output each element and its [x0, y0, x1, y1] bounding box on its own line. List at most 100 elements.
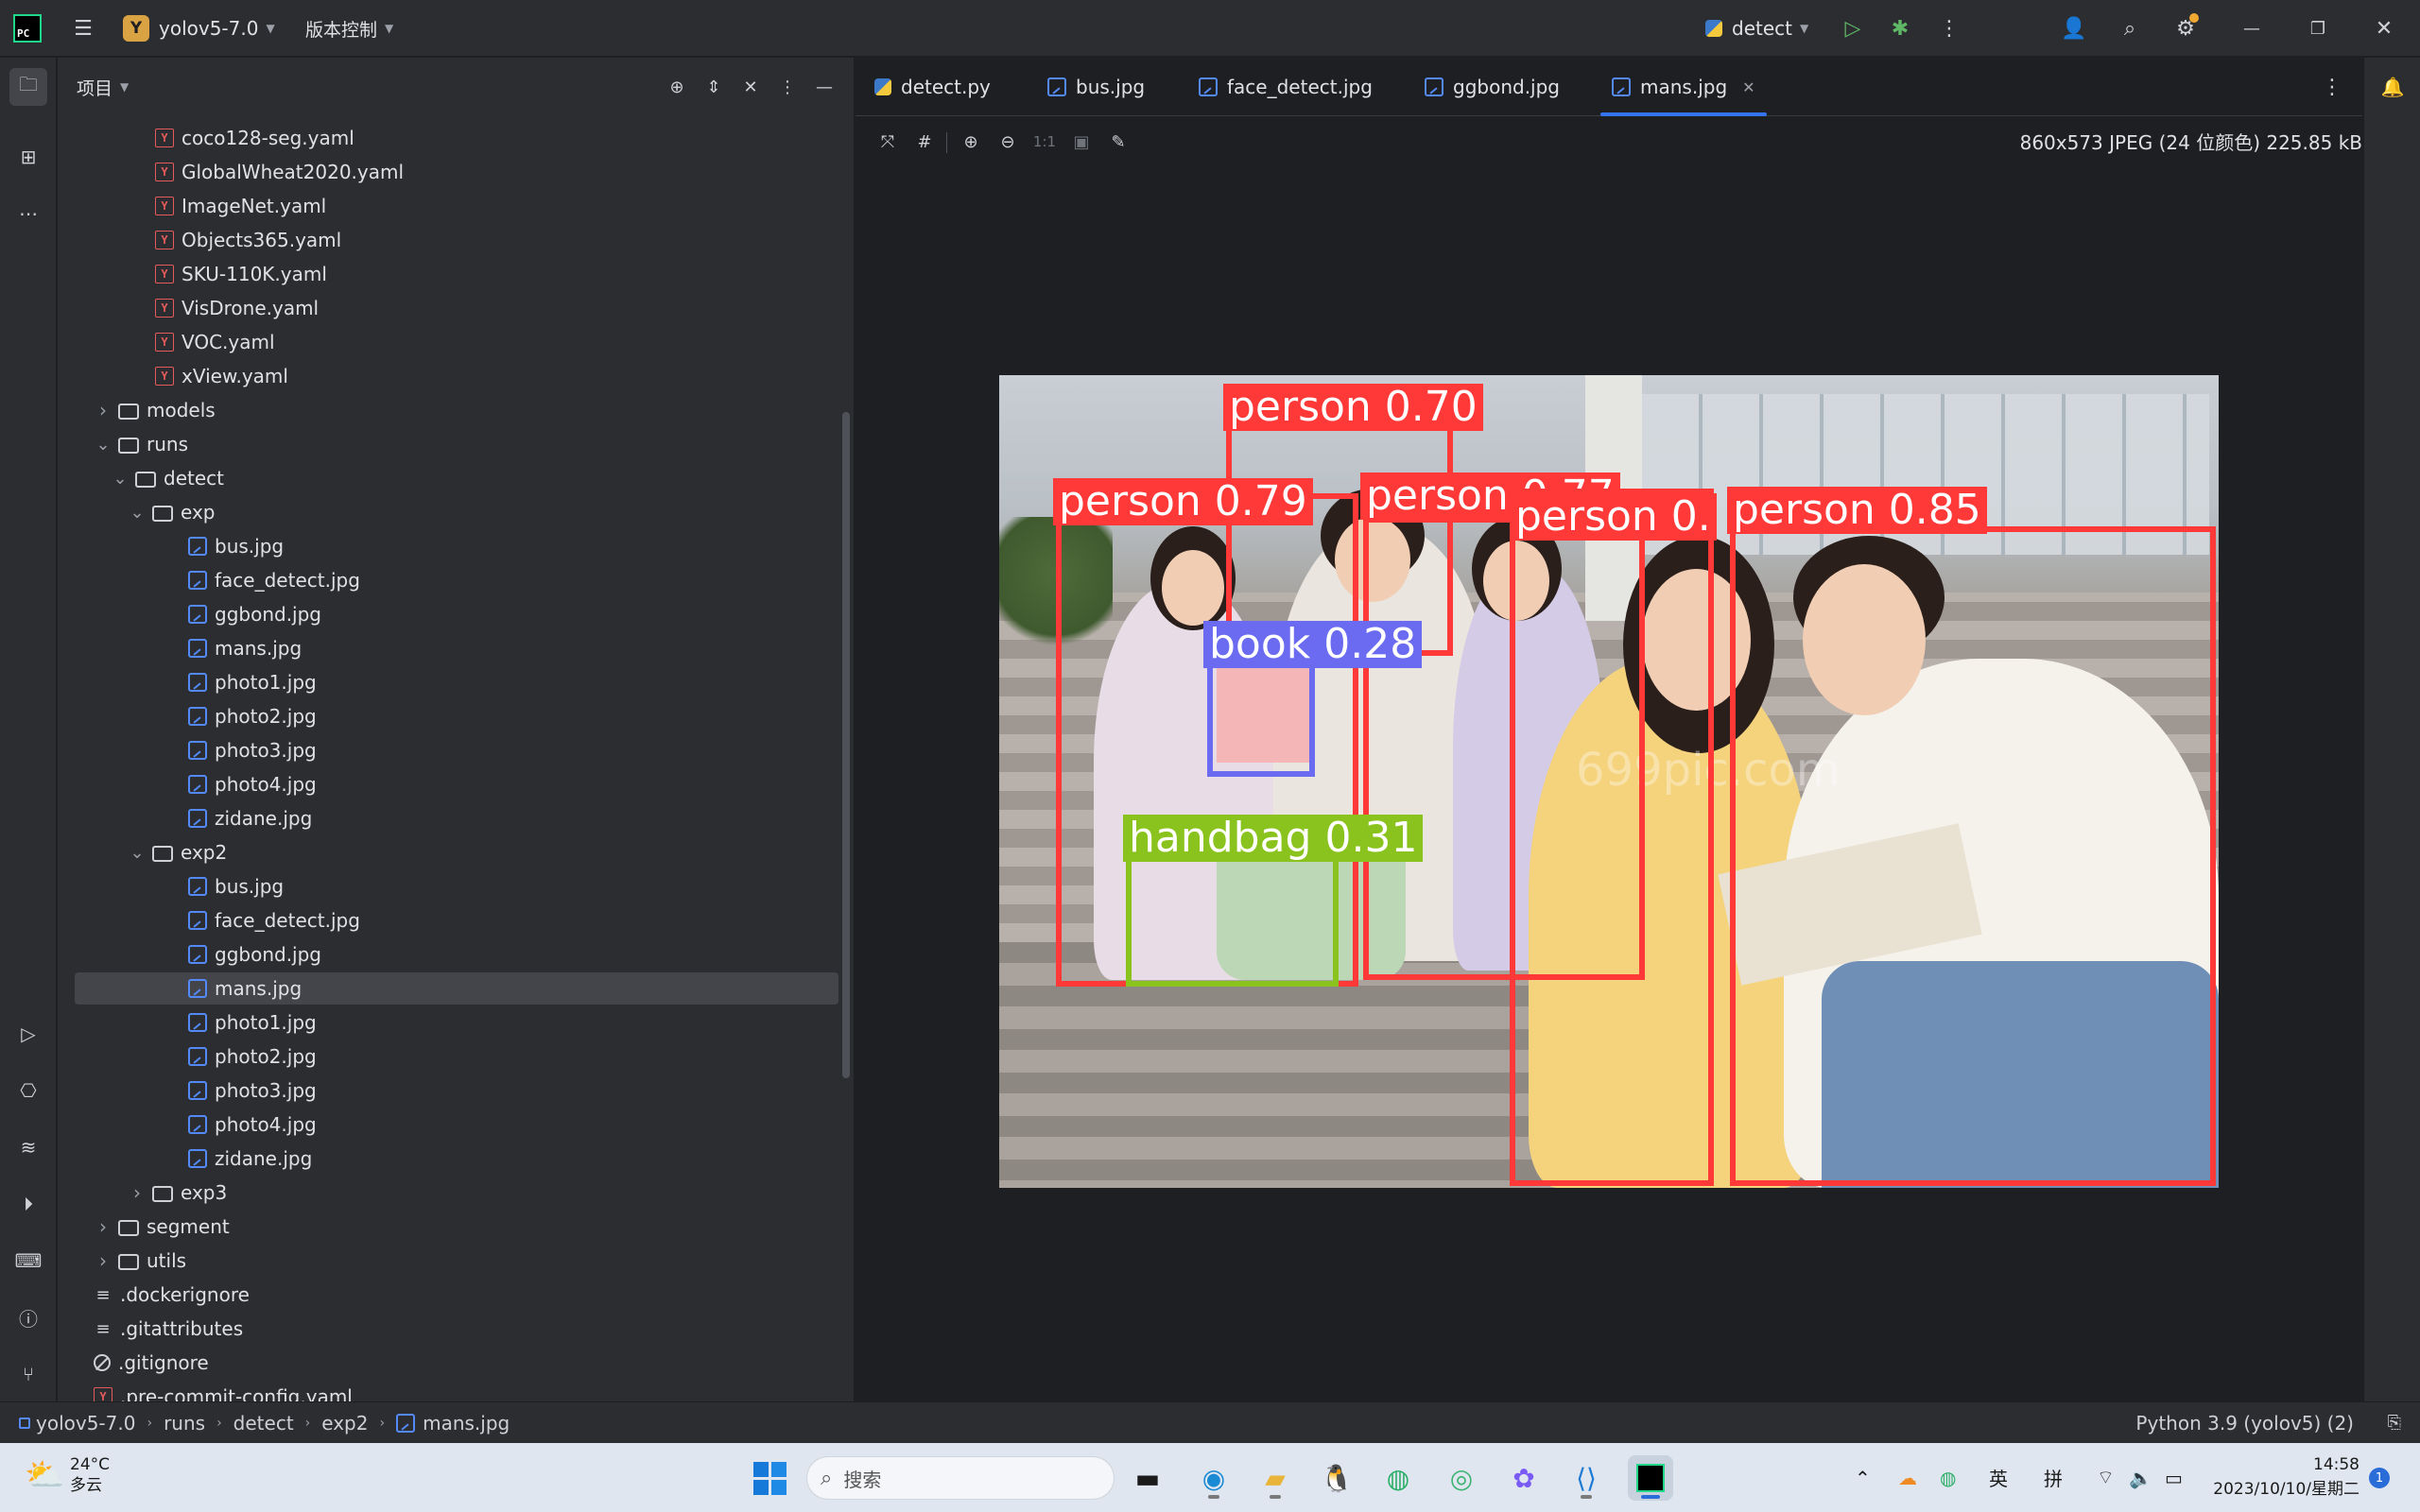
wechat-icon[interactable]: ◍: [1375, 1455, 1421, 1501]
tree-file[interactable]: YxView.yaml: [58, 359, 854, 393]
tree-file[interactable]: Y SKU-110K.yaml: [58, 257, 854, 291]
tree-file[interactable]: Y VOC.yaml: [58, 325, 854, 359]
fit-to-window-icon[interactable]: ⤧: [873, 127, 903, 157]
add-user-icon[interactable]: 👤: [2055, 9, 2093, 47]
tabs-more-icon[interactable]: ⋮: [2313, 68, 2351, 106]
tree-file[interactable]: Y VisDrone.yaml: [58, 291, 854, 325]
background-toggle-icon[interactable]: ▣: [1066, 127, 1097, 157]
tree-file[interactable]: photo1.jpg: [58, 665, 854, 699]
chevron-right-icon[interactable]: ›: [128, 1181, 147, 1204]
search-icon[interactable]: ⌕: [2111, 9, 2149, 47]
zoom-in-icon[interactable]: ⊕: [956, 127, 986, 157]
file-explorer-icon[interactable]: ▰: [1253, 1455, 1298, 1501]
ime-mode[interactable]: 拼: [2044, 1443, 2063, 1512]
chevron-right-icon[interactable]: ›: [94, 1215, 112, 1238]
interpreter-selector[interactable]: Python 3.9 (yolov5) (2): [2135, 1412, 2354, 1435]
services-icon[interactable]: ⏵: [9, 1185, 47, 1223]
zoom-out-icon[interactable]: ⊖: [993, 127, 1023, 157]
tree-file[interactable]: Ycoco128-seg.yaml: [58, 121, 854, 155]
tree-file[interactable]: photo2.jpg: [58, 1040, 854, 1074]
git-branch-icon[interactable]: ⑂: [9, 1355, 47, 1393]
color-picker-icon[interactable]: ✎: [1103, 127, 1133, 157]
tree-file[interactable]: photo4.jpg: [58, 1108, 854, 1142]
close-tab-icon[interactable]: ✕: [1742, 78, 1754, 96]
breadcrumb-item[interactable]: detect: [233, 1412, 294, 1435]
project-scrollbar[interactable]: [842, 412, 850, 1078]
music-app-icon[interactable]: ◎: [1439, 1455, 1484, 1501]
notification-count-badge[interactable]: 1: [2369, 1468, 2390, 1488]
locate-file-icon[interactable]: ⊕: [658, 68, 696, 106]
tree-file[interactable]: mans.jpg: [58, 631, 854, 665]
tab-face-detect-jpg[interactable]: face_detect.jpg: [1199, 58, 1373, 116]
breadcrumb-item[interactable]: runs: [164, 1412, 205, 1435]
tree-file[interactable]: bus.jpg: [58, 529, 854, 563]
wechat-tray-icon[interactable]: ◍: [1940, 1443, 1956, 1512]
run-tool-icon[interactable]: ▷: [9, 1015, 47, 1053]
tree-file[interactable]: ≡ .gitattributes: [58, 1312, 854, 1346]
tab-mans-jpg[interactable]: mans.jpg ✕: [1600, 58, 1767, 116]
breadcrumb-item[interactable]: mans.jpg: [423, 1412, 510, 1435]
wifi-icon[interactable]: ⌔: [2097, 1443, 2115, 1512]
lock-icon[interactable]: ⎘: [2388, 1413, 2401, 1433]
tab-detect-py[interactable]: detect.py: [874, 58, 991, 116]
notifications-bell-icon[interactable]: 🔔: [2374, 68, 2411, 106]
close-window-icon[interactable]: ✕: [2365, 9, 2403, 47]
windows-start-icon[interactable]: [747, 1455, 792, 1501]
more-tools-icon[interactable]: ⋯: [9, 195, 47, 232]
tree-file[interactable]: .gitignore: [58, 1346, 854, 1380]
minimize-icon[interactable]: —: [2233, 9, 2271, 47]
tree-file[interactable]: photo2.jpg: [58, 699, 854, 733]
qq-penguin-icon[interactable]: 🐧: [1314, 1455, 1359, 1501]
run-config-selector[interactable]: detect ▼: [1705, 0, 1808, 57]
task-view-icon[interactable]: ▬: [1125, 1455, 1170, 1501]
chevron-down-icon[interactable]: ⌄: [128, 843, 147, 863]
actual-size-button[interactable]: 1:1: [1029, 127, 1060, 157]
taskbar-search[interactable]: ⌕ 搜索: [806, 1456, 1115, 1500]
terminal-icon[interactable]: ⌨: [9, 1242, 47, 1280]
tree-file[interactable]: photo4.jpg: [58, 767, 854, 801]
volume-icon[interactable]: 🔈: [2129, 1443, 2152, 1512]
hamburger-menu-icon[interactable]: ☰: [64, 9, 102, 47]
project-folder-icon[interactable]: 🗀: [9, 68, 47, 106]
tree-folder[interactable]: ⌄ exp: [58, 495, 854, 529]
options-icon[interactable]: ⋮: [769, 68, 806, 106]
copilot-icon[interactable]: ✿: [1501, 1455, 1547, 1501]
tree-folder[interactable]: ⌄ runs: [58, 427, 854, 461]
tree-file[interactable]: Y GlobalWheat2020.yaml: [58, 155, 854, 189]
hide-panel-icon[interactable]: —: [805, 68, 843, 106]
python-console-icon[interactable]: ⎔: [9, 1072, 47, 1109]
restore-window-icon[interactable]: ❐: [2299, 9, 2337, 47]
cloud-sync-icon[interactable]: ☁: [1898, 1443, 1917, 1512]
tree-folder[interactable]: › segment: [58, 1210, 854, 1244]
chevron-down-icon[interactable]: ⌄: [128, 503, 147, 523]
project-switcher[interactable]: Y yolov5-7.0 ▼: [123, 0, 275, 57]
chevron-down-icon[interactable]: ⌄: [94, 435, 112, 455]
ime-language[interactable]: 英: [1989, 1443, 2008, 1512]
tree-file[interactable]: zidane.jpg: [58, 801, 854, 835]
breadcrumb-item[interactable]: yolov5-7.0: [36, 1412, 135, 1435]
edge-browser-icon[interactable]: ◉: [1191, 1455, 1236, 1501]
settings-gear-icon[interactable]: ⚙: [2167, 9, 2204, 47]
tree-file[interactable]: ≡ .dockerignore: [58, 1278, 854, 1312]
run-icon[interactable]: ▷: [1834, 9, 1872, 47]
vscode-icon[interactable]: ⟨⟩: [1564, 1455, 1609, 1501]
tree-folder[interactable]: › exp3: [58, 1176, 854, 1210]
tree-file[interactable]: photo3.jpg: [58, 1074, 854, 1108]
tree-file[interactable]: face_detect.jpg: [58, 563, 854, 597]
tree-file[interactable]: mans.jpg: [58, 971, 854, 1005]
tree-file[interactable]: ggbond.jpg: [58, 597, 854, 631]
more-actions-icon[interactable]: ⋮: [1930, 9, 1968, 47]
tab-ggbond-jpg[interactable]: ggbond.jpg: [1425, 58, 1560, 116]
tree-folder[interactable]: ⌄ detect: [58, 461, 854, 495]
tree-file[interactable]: photo1.jpg: [58, 1005, 854, 1040]
weather-cloud-icon[interactable]: ⛅: [25, 1456, 64, 1494]
project-view-selector[interactable]: 项目 ▼: [77, 58, 129, 116]
structure-icon[interactable]: ⊞: [9, 138, 47, 176]
clock[interactable]: 14:58 2023/10/10/星期二: [2212, 1452, 2360, 1502]
collapse-all-icon[interactable]: ✕: [732, 68, 769, 106]
ide-logo-icon[interactable]: PC: [13, 0, 42, 57]
expand-all-icon[interactable]: ⇕: [695, 68, 733, 106]
chevron-right-icon[interactable]: ›: [94, 1249, 112, 1272]
tree-file[interactable]: bus.jpg: [58, 869, 854, 903]
tab-bus-jpg[interactable]: bus.jpg: [1047, 58, 1145, 116]
